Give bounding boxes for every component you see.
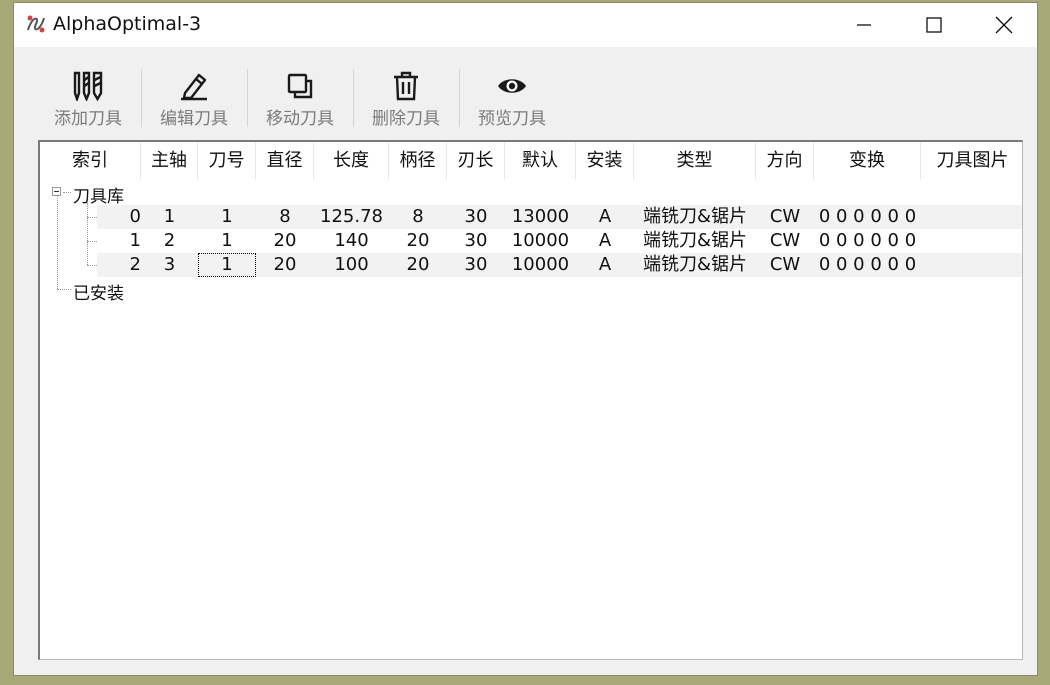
cell-shank-diameter: 20 xyxy=(406,230,430,251)
cell-diameter: 20 xyxy=(273,254,297,275)
column-header-shank-diameter[interactable]: 柄径 xyxy=(389,142,447,180)
cell-index: 0 xyxy=(129,206,141,227)
tree-node-installed[interactable]: 已安装 xyxy=(73,279,124,304)
table-row[interactable]: 1 2 1 20 140 20 30 10000 A 端铣刀&锯片 CW 0 0… xyxy=(97,229,1022,253)
minimize-button[interactable] xyxy=(829,3,899,47)
table-header: 索引 主轴 刀号 直径 长度 柄径 刃长 默认 安装 类型 方向 变换 刀具图片 xyxy=(40,142,1022,180)
cell-tool-number-selected[interactable]: 1 xyxy=(198,253,256,277)
cell-index: 1 xyxy=(129,230,141,251)
cell-tool-image xyxy=(921,253,1021,277)
delete-tool-label: 删除刀具 xyxy=(372,109,440,129)
cell-direction: CW xyxy=(769,206,801,227)
tree-node-tool-library[interactable]: 刀具库 xyxy=(73,182,124,207)
cell-blade-length: 30 xyxy=(464,254,488,275)
cell-install: A xyxy=(598,230,612,251)
delete-tool-button[interactable]: 删除刀具 xyxy=(356,69,456,131)
app-window: AlphaOptimal-3 添加刀具 编辑刀具 移动刀具 删除刀具 预览刀具 … xyxy=(13,2,1038,676)
pencil-icon xyxy=(144,69,244,103)
cell-diameter: 20 xyxy=(273,230,297,251)
cell-blade-length: 30 xyxy=(464,206,488,227)
cell-length: 125.78 xyxy=(320,206,383,227)
cell-direction: CW xyxy=(769,254,801,275)
cell-length: 140 xyxy=(334,230,369,251)
window-title: AlphaOptimal-3 xyxy=(53,13,202,35)
toolbar-divider xyxy=(459,69,460,127)
cell-tool-number: 1 xyxy=(221,230,233,251)
cell-spindle: 3 xyxy=(163,254,176,275)
tree-line xyxy=(63,192,71,193)
cell-spindle: 1 xyxy=(163,206,176,227)
tool-table[interactable]: 索引 主轴 刀号 直径 长度 柄径 刃长 默认 安装 类型 方向 变换 刀具图片… xyxy=(38,140,1023,660)
toolbar: 添加刀具 编辑刀具 移动刀具 删除刀具 预览刀具 xyxy=(14,47,1037,139)
cell-blade-length: 30 xyxy=(464,230,488,251)
cell-install: A xyxy=(598,254,612,275)
cell-spindle: 2 xyxy=(163,230,176,251)
column-header-index[interactable]: 索引 xyxy=(40,142,141,180)
column-header-tool-number[interactable]: 刀号 xyxy=(198,142,256,180)
column-header-install[interactable]: 安装 xyxy=(576,142,634,180)
cell-install: A xyxy=(598,206,612,227)
trash-icon xyxy=(356,69,456,103)
cell-default: 10000 xyxy=(511,230,570,251)
cell-transform: 0 0 0 0 0 0 xyxy=(818,230,917,251)
cell-type: 端铣刀&锯片 xyxy=(642,254,748,275)
cell-tool-image xyxy=(921,205,1021,229)
cell-shank-diameter: 8 xyxy=(412,206,424,227)
toolbar-divider xyxy=(353,69,354,127)
cell-type: 端铣刀&锯片 xyxy=(642,206,748,227)
cell-direction: CW xyxy=(769,230,801,251)
edit-tool-label: 编辑刀具 xyxy=(160,109,228,129)
table-row[interactable]: 0 1 1 8 125.78 8 30 13000 A 端铣刀&锯片 CW 0 … xyxy=(97,205,1022,229)
cell-default: 10000 xyxy=(511,254,570,275)
close-icon xyxy=(995,16,1013,34)
cell-default: 13000 xyxy=(511,206,570,227)
title-bar[interactable]: AlphaOptimal-3 xyxy=(14,3,1037,47)
column-header-spindle[interactable]: 主轴 xyxy=(141,142,198,180)
column-header-type[interactable]: 类型 xyxy=(634,142,756,180)
edit-tool-button[interactable]: 编辑刀具 xyxy=(144,69,244,131)
column-header-tool-image[interactable]: 刀具图片 xyxy=(921,142,1022,180)
column-header-diameter[interactable]: 直径 xyxy=(256,142,314,180)
cell-length: 100 xyxy=(334,254,369,275)
collapse-toggle-icon[interactable] xyxy=(52,187,61,196)
column-header-transform[interactable]: 变换 xyxy=(814,142,921,180)
cell-transform: 0 0 0 0 0 0 xyxy=(818,254,917,275)
end-mill-icon xyxy=(38,69,138,103)
add-tool-label: 添加刀具 xyxy=(54,109,122,129)
tree-line xyxy=(87,241,97,242)
tree-line xyxy=(57,196,58,289)
app-logo-icon xyxy=(24,12,48,36)
add-tool-button[interactable]: 添加刀具 xyxy=(38,69,138,131)
close-button[interactable] xyxy=(969,3,1039,47)
copy-icon xyxy=(250,69,350,103)
cell-tool-image xyxy=(921,229,1021,253)
maximize-button[interactable] xyxy=(899,3,969,47)
maximize-icon xyxy=(926,17,942,33)
eye-icon xyxy=(462,69,562,103)
cell-index: 2 xyxy=(129,254,141,275)
column-header-blade-length[interactable]: 刃长 xyxy=(447,142,505,180)
move-tool-button[interactable]: 移动刀具 xyxy=(250,69,350,131)
cell-diameter: 8 xyxy=(279,206,291,227)
column-header-length[interactable]: 长度 xyxy=(314,142,389,180)
cell-shank-diameter: 20 xyxy=(406,254,430,275)
cell-type: 端铣刀&锯片 xyxy=(642,230,748,251)
preview-tool-button[interactable]: 预览刀具 xyxy=(462,69,562,131)
toolbar-divider xyxy=(141,69,142,127)
toolbar-divider xyxy=(247,69,248,127)
column-header-direction[interactable]: 方向 xyxy=(756,142,814,180)
tree-line xyxy=(87,265,97,266)
move-tool-label: 移动刀具 xyxy=(266,109,334,129)
tree-line xyxy=(87,217,97,218)
tree-line xyxy=(87,203,88,265)
preview-tool-label: 预览刀具 xyxy=(478,109,546,129)
cell-tool-number: 1 xyxy=(221,206,233,227)
column-header-default[interactable]: 默认 xyxy=(505,142,576,180)
cell-transform: 0 0 0 0 0 0 xyxy=(818,206,917,227)
tree-line xyxy=(57,289,71,290)
minimize-icon xyxy=(857,24,871,26)
table-row[interactable]: 2 3 1 20 100 20 30 10000 A 端铣刀&锯片 CW 0 0… xyxy=(97,253,1022,277)
